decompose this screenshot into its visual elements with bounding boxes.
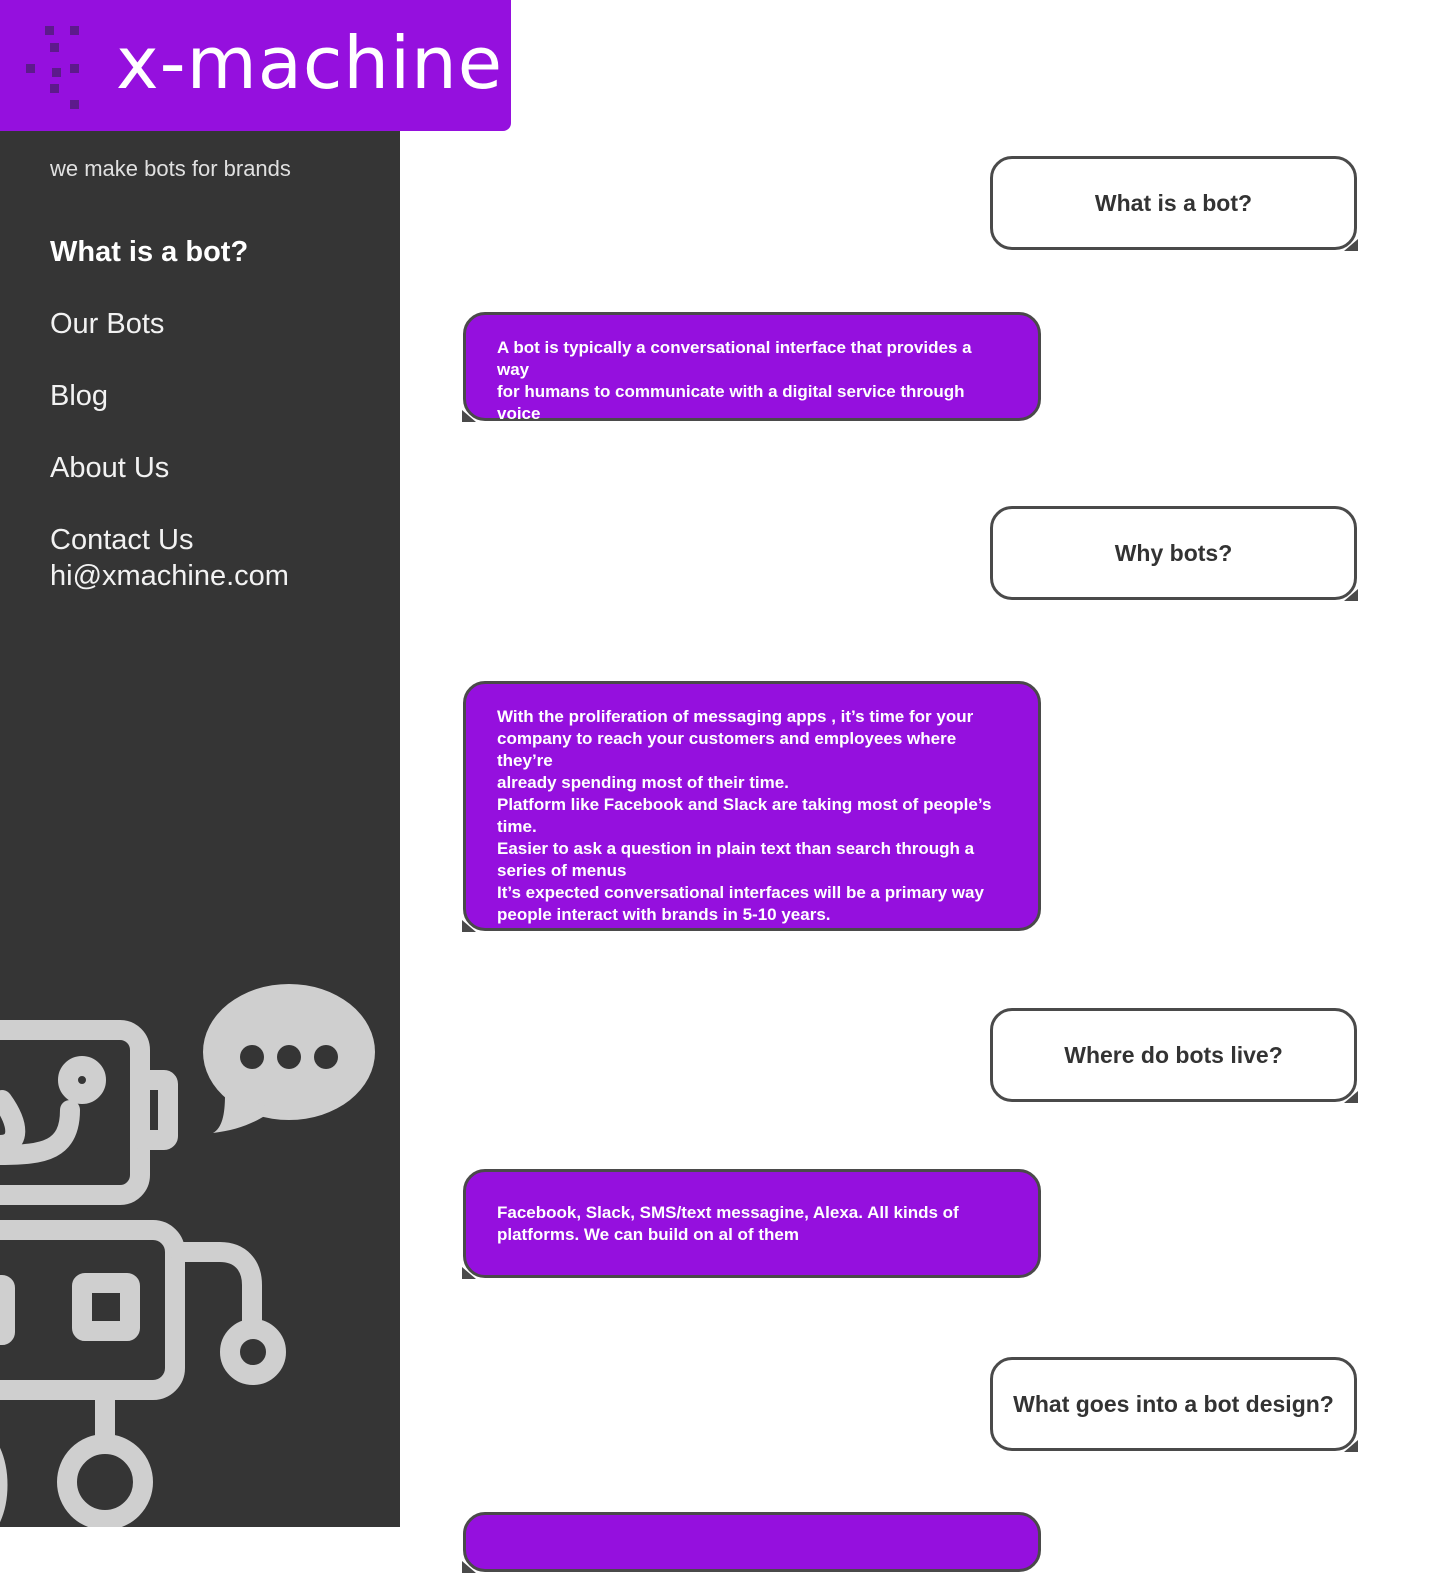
answer-bubble	[462, 1512, 1041, 1573]
question-bubble: Why bots?	[990, 506, 1358, 601]
question-bubble: Where do bots live?	[990, 1008, 1358, 1103]
question-bubble: What is a bot?	[990, 156, 1358, 251]
nav-item-contact-us[interactable]: Contact Us	[50, 522, 289, 558]
answer-bubble: Facebook, Slack, SMS/text messagine, Ale…	[462, 1169, 1041, 1279]
answer-bubble: A bot is typically a conversational inte…	[462, 312, 1041, 445]
answer-text: Facebook, Slack, SMS/text messagine, Ale…	[497, 1203, 959, 1244]
answer-text: A bot is typically a conversational inte…	[497, 338, 972, 445]
answer-bubble: With the proliferation of messaging apps…	[462, 681, 1041, 932]
question-bubble: What goes into a bot design?	[990, 1357, 1358, 1452]
sidebar: we make bots for brands What is a bot? O…	[0, 0, 400, 1527]
contact-email-link[interactable]: hi@xmachine.com	[50, 558, 289, 594]
speech-bubble-icon	[203, 984, 375, 1133]
main-nav: What is a bot? Our Bots Blog About Us Co…	[50, 234, 289, 630]
tagline: we make bots for brands	[50, 156, 291, 181]
logo-mark-icon	[26, 26, 79, 109]
nav-item-about-us[interactable]: About Us	[50, 450, 289, 486]
answer-text: With the proliferation of messaging apps…	[497, 707, 992, 924]
nav-item-our-bots[interactable]: Our Bots	[50, 306, 289, 342]
nav-item-blog[interactable]: Blog	[50, 378, 289, 414]
logo[interactable]: x-machine	[0, 0, 511, 131]
nav-item-what-is-a-bot[interactable]: What is a bot?	[50, 234, 289, 270]
logo-wordmark: x-machine	[116, 21, 503, 105]
robot-illustration-icon	[0, 984, 375, 1527]
